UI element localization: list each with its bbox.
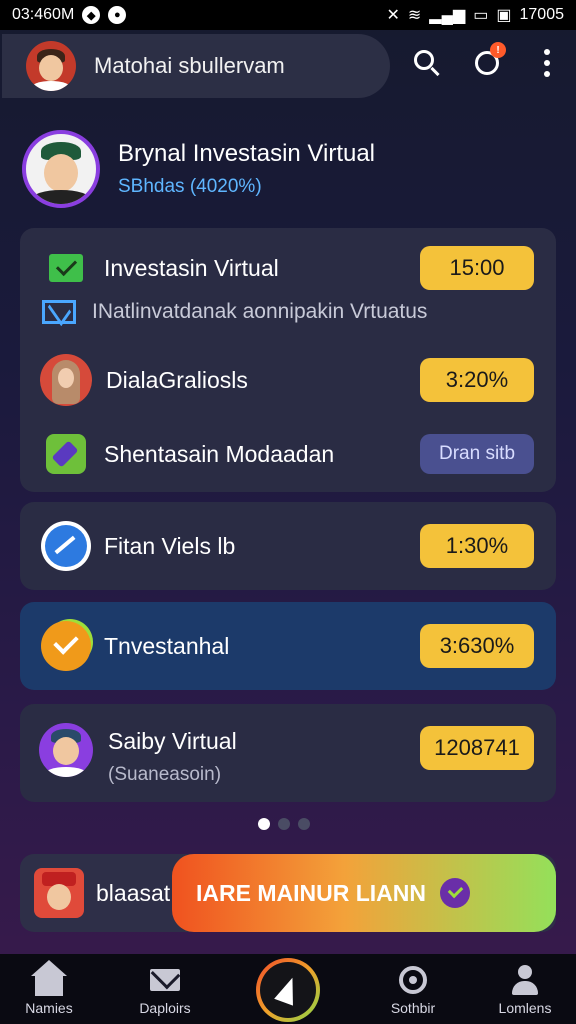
row-label: DialaGraliosls: [106, 366, 248, 393]
promo-card: blaasat IARE MAINUR LIANN: [20, 854, 556, 932]
row-label: Tnvestanhal: [104, 632, 230, 659]
value-badge: 15:00: [420, 246, 534, 290]
list-item[interactable]: Investasin Virtual 15:00: [20, 236, 556, 300]
value-badge: 1208741: [420, 726, 534, 770]
investment-card[interactable]: Fitan Viels lb 1:30%: [20, 502, 556, 590]
user-icon: [510, 965, 540, 995]
investment-card-selected[interactable]: Tnvestanhal 3:630%: [20, 602, 556, 690]
center-action-button[interactable]: [256, 958, 320, 1022]
user-avatar: [39, 723, 93, 777]
description-text: INatlinvatdanak aonnipakin Vrtuatus: [92, 300, 428, 323]
kebab-menu-icon: [544, 49, 550, 77]
user-avatar: [40, 354, 92, 406]
user-account-pill[interactable]: Matohai sbullervam: [2, 34, 390, 98]
value-badge: 3:630%: [420, 624, 534, 668]
pagination-dots[interactable]: [258, 818, 310, 830]
user-avatar[interactable]: [26, 41, 76, 91]
promo-banner-text: IARE MAINUR LIANN: [196, 879, 426, 906]
notification-badge: !: [490, 42, 506, 58]
page-dot[interactable]: [278, 818, 290, 830]
bottom-navigation: Namies Daploirs Sothbir Lomlens: [0, 954, 576, 1024]
profile-section: Brynal Investasin Virtual SBhdas (4020%): [22, 128, 542, 210]
notification-icon: ◆: [82, 6, 101, 24]
status-clock: 17005: [519, 6, 565, 23]
app-header: Matohai sbullervam !: [0, 30, 576, 102]
mail-icon: [150, 969, 180, 991]
trend-up-icon: [41, 521, 91, 571]
promo-label: blaasat: [96, 880, 171, 906]
search-button[interactable]: [412, 48, 442, 78]
wifi-icon: ≋: [407, 7, 422, 24]
nav-label: Namies: [25, 1000, 73, 1016]
promo-avatar: [34, 868, 84, 918]
check-circle-icon: [440, 878, 470, 908]
action-button[interactable]: Dran sitb: [420, 434, 534, 474]
description-row: INatlinvatdanak aonnipakin Vrtuatus: [42, 300, 427, 324]
row-label: Saiby Virtual: [108, 728, 237, 754]
nav-item-profile[interactable]: Lomlens: [480, 964, 570, 1016]
image-icon: ▣: [496, 7, 512, 24]
row-label: Shentasain Modaadan: [104, 440, 335, 467]
status-time: 03:460M: [12, 6, 75, 23]
mail-icon: [42, 300, 76, 324]
notifications-button[interactable]: !: [472, 42, 506, 78]
list-item[interactable]: Shentasain Modaadan Dran sitb: [20, 422, 556, 486]
value-badge: 3:20%: [420, 358, 534, 402]
nav-label: Daploirs: [139, 1000, 191, 1016]
chart-check-icon: [49, 254, 83, 282]
row-label: Fitan Viels lb: [104, 532, 236, 559]
promo-banner-button[interactable]: IARE MAINUR LIANN: [172, 854, 556, 932]
nav-label: Lomlens: [498, 1000, 552, 1016]
row-label: Investasin Virtual: [104, 254, 279, 281]
profile-avatar[interactable]: [22, 130, 100, 208]
user-name: Matohai sbullervam: [94, 53, 285, 78]
check-badge-icon: [41, 621, 91, 671]
navigation-arrow-icon: [274, 974, 302, 1006]
home-icon: [31, 960, 67, 996]
row-sublabel: (Suaneasoin): [108, 764, 222, 785]
list-item[interactable]: DialaGraliosls 3:20%: [20, 348, 556, 412]
status-bar: 03:460M ◆ ● ✕ ≋ ▂▄▆ ▭ ▣ 17005: [0, 0, 576, 30]
page-dot[interactable]: [298, 818, 310, 830]
signal-icon: ▂▄▆: [429, 7, 466, 24]
mute-icon: ✕: [386, 7, 400, 24]
profile-title: Brynal Investasin Virtual: [118, 140, 376, 167]
battery-icon: ▭: [473, 7, 489, 24]
tool-icon: [46, 434, 86, 474]
investment-card[interactable]: Saiby Virtual (Suaneasoin) 1208741: [20, 704, 556, 802]
nav-item-home[interactable]: Namies: [4, 960, 94, 1016]
investment-card: Investasin Virtual 15:00 INatlinvatdanak…: [20, 228, 556, 492]
nav-label: Sothbir: [390, 1000, 436, 1016]
app-notification-icon: ●: [108, 6, 127, 24]
value-badge: 1:30%: [420, 524, 534, 568]
settings-icon: [399, 966, 427, 994]
profile-subtitle: SBhdas (4020%): [118, 176, 262, 197]
nav-item-messages[interactable]: Daploirs: [120, 964, 210, 1016]
more-options-button[interactable]: [532, 48, 562, 78]
page-dot-active[interactable]: [258, 818, 270, 830]
nav-item-settings[interactable]: Sothbir: [368, 964, 458, 1016]
